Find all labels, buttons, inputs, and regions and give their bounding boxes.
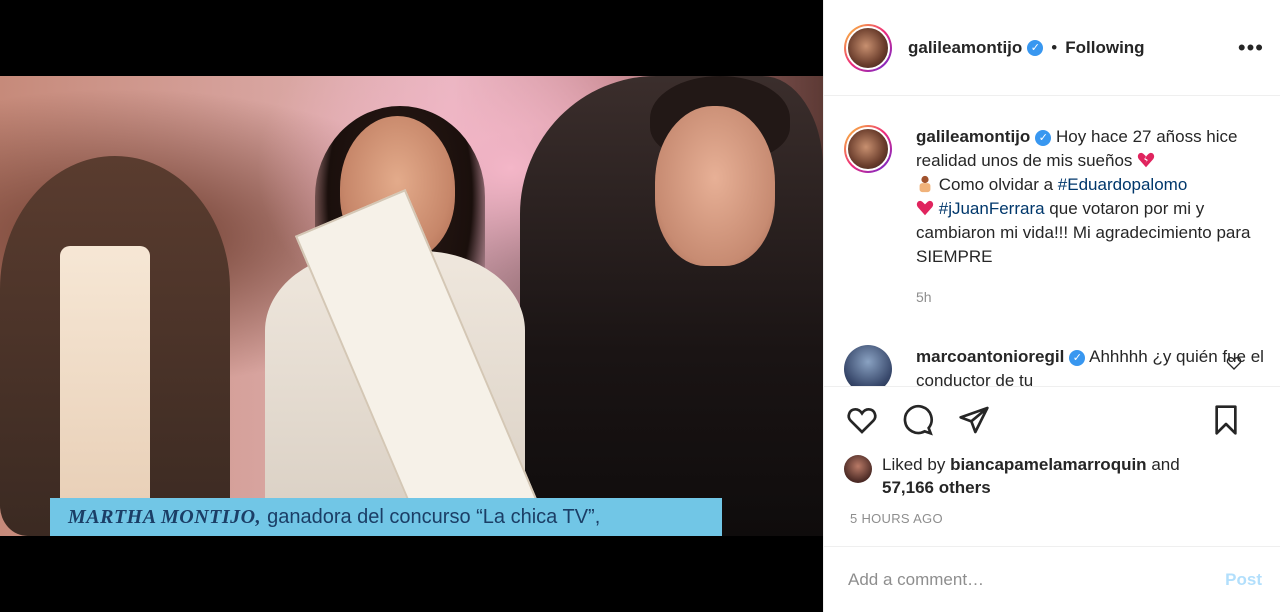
post-comment-button[interactable]: Post	[1225, 570, 1262, 590]
like-comment-heart-icon[interactable]	[1226, 355, 1242, 371]
hashtag-juanferrara-link[interactable]: #jJuanFerrara	[939, 199, 1045, 218]
verified-badge-icon: ✓	[1027, 39, 1044, 56]
commenter-avatar[interactable]	[844, 345, 892, 386]
likes-count[interactable]: 57,166 others	[882, 478, 991, 497]
photo-caption-name: MARTHA MONTIJO,	[68, 505, 262, 528]
author-avatar[interactable]	[844, 23, 892, 72]
photo-man-face	[655, 106, 775, 266]
post-actions: Liked by biancapamelamarroquin and 57,16…	[824, 386, 1280, 526]
caption-author-username[interactable]: galileamontijo	[916, 127, 1030, 146]
post-photo[interactable]: MARTHA MONTIJO, ganadora del concurso “L…	[0, 76, 823, 536]
post-media[interactable]: MARTHA MONTIJO, ganadora del concurso “L…	[0, 0, 823, 612]
action-icons-row	[844, 401, 1264, 439]
liker-avatar[interactable]	[844, 455, 872, 483]
caption-author-avatar[interactable]	[844, 125, 892, 173]
liker-username[interactable]: biancapamelamarroquin	[950, 455, 1147, 474]
broken-heart-emoji-icon	[1138, 152, 1155, 168]
verified-badge-icon: ✓	[1035, 129, 1052, 146]
caption-comment: galileamontijo ✓ Hoy hace 27 añoss hice r…	[844, 125, 1264, 309]
comment-bubble-icon[interactable]	[900, 402, 936, 438]
separator-dot: •	[1051, 37, 1058, 57]
instagram-post-window: MARTHA MONTIJO, ganadora del concurso “L…	[0, 0, 1280, 612]
post-side-panel: galileamontijo ✓ • Following ••• galilea…	[823, 0, 1280, 612]
add-comment-input[interactable]	[848, 569, 1188, 590]
comment-item: marcoantonioregil ✓ Ahhhhh ¿y quién fue e…	[844, 345, 1264, 386]
verified-badge-icon: ✓	[1069, 349, 1086, 366]
photo-shirt	[60, 246, 150, 536]
likes-text: Liked by biancapamelamarroquin and 57,16…	[882, 453, 1180, 499]
share-paper-plane-icon[interactable]	[956, 402, 992, 438]
commenter-username[interactable]: marcoantonioregil	[916, 347, 1064, 366]
caption-time[interactable]: 5h	[916, 285, 1264, 309]
praying-emoji-icon	[919, 175, 931, 193]
comment-body: marcoantonioregil ✓ Ahhhhh ¿y quién fue e…	[916, 345, 1264, 386]
more-options-icon[interactable]: •••	[1238, 35, 1264, 61]
post-header: galileamontijo ✓ • Following •••	[824, 0, 1280, 96]
like-heart-icon[interactable]	[844, 402, 880, 438]
comments-list[interactable]: galileamontijo ✓ Hoy hace 27 añoss hice r…	[824, 97, 1280, 386]
save-bookmark-icon[interactable]	[1208, 402, 1244, 438]
likes-and: and	[1151, 455, 1180, 474]
author-username[interactable]: galileamontijo	[908, 38, 1022, 58]
hashtag-eduardopalomo-link[interactable]: #Eduardopalomo	[1058, 175, 1187, 194]
likes-summary: Liked by biancapamelamarroquin and 57,16…	[844, 453, 1264, 499]
sparkling-heart-emoji-icon	[916, 200, 934, 216]
following-button[interactable]: Following	[1065, 38, 1144, 58]
caption-text-2: Como olvidar a	[938, 175, 1054, 194]
add-comment-bar: Post	[824, 546, 1280, 612]
photo-caption-banner: MARTHA MONTIJO, ganadora del concurso “L…	[50, 498, 722, 536]
post-timestamp[interactable]: 5 HOURS AGO	[844, 511, 1264, 526]
caption-body: galileamontijo ✓ Hoy hace 27 añoss hice r…	[916, 125, 1264, 309]
photo-caption-text: ganadora del concurso “La chica TV”,	[267, 505, 601, 528]
likes-prefix: Liked by	[882, 455, 946, 474]
